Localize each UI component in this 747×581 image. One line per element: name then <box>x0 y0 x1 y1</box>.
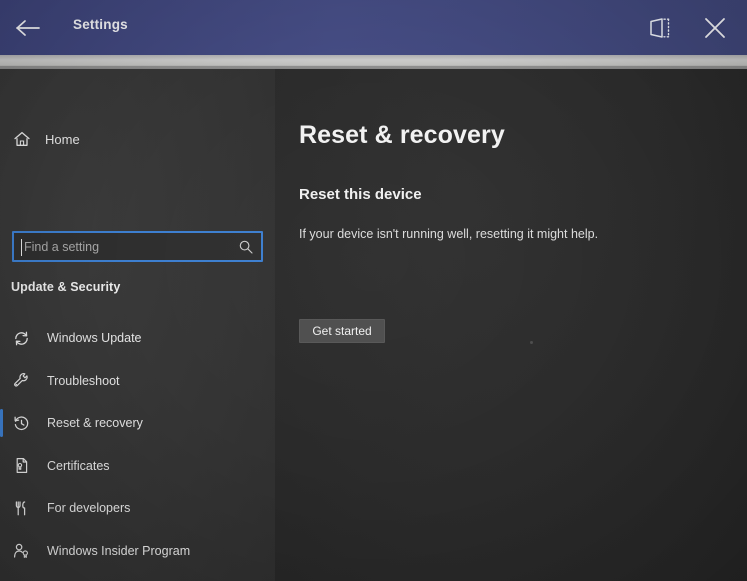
selection-indicator <box>0 367 3 395</box>
insider-person-icon <box>1 541 41 560</box>
home-icon <box>2 130 42 148</box>
sidebar-item-home-label: Home <box>45 131 80 147</box>
sidebar-item-reset-recovery[interactable]: Reset & recovery <box>0 402 275 445</box>
sidebar-item-label: Reset & recovery <box>47 416 143 431</box>
close-button[interactable] <box>697 10 733 46</box>
search-input[interactable] <box>14 233 231 260</box>
back-arrow-icon <box>16 20 40 36</box>
sidebar-group-heading: Update & Security <box>11 280 121 294</box>
sidebar-item-label: Windows Update <box>47 331 142 346</box>
back-button[interactable] <box>12 12 44 44</box>
sidebar-item-label: Certificates <box>47 458 110 473</box>
wrench-icon <box>1 371 41 390</box>
selection-indicator <box>0 494 3 522</box>
selection-indicator <box>0 452 3 480</box>
selection-indicator <box>0 537 3 565</box>
selection-indicator <box>0 324 3 352</box>
selection-indicator <box>0 409 3 437</box>
sidebar: Home Update & Security <box>0 69 275 581</box>
title-bar: Settings <box>0 0 747 55</box>
section-description: If your device isn't running well, reset… <box>299 227 599 241</box>
sidebar-item-for-developers[interactable]: For developers <box>0 487 275 530</box>
sidebar-item-windows-insider-program[interactable]: Windows Insider Program <box>0 530 275 573</box>
window-title: Settings <box>73 17 128 32</box>
get-started-button[interactable]: Get started <box>299 319 385 343</box>
project-screen-icon <box>650 18 670 38</box>
search-text-caret <box>21 239 22 256</box>
settings-window: Settings Home Find a setting Update & Se… <box>0 0 747 581</box>
screen-dust-speck <box>530 341 533 344</box>
search-box[interactable] <box>12 231 263 262</box>
history-clock-icon <box>1 414 41 433</box>
main-content: Reset & recovery Reset this device If yo… <box>275 69 747 581</box>
developer-tools-icon <box>1 499 41 518</box>
sidebar-item-label: Windows Insider Program <box>47 543 191 558</box>
sidebar-item-label: For developers <box>47 501 131 516</box>
sidebar-item-certificates[interactable]: Certificates <box>0 445 275 488</box>
screen-glare-band <box>0 55 747 71</box>
search-icon[interactable] <box>231 239 261 255</box>
section-title: Reset this device <box>299 186 422 203</box>
sidebar-item-windows-update[interactable]: Windows Update <box>0 317 275 360</box>
sidebar-item-troubleshoot[interactable]: Troubleshoot <box>0 360 275 403</box>
sidebar-item-label: Troubleshoot <box>47 373 120 388</box>
close-icon <box>705 18 725 38</box>
page-title: Reset & recovery <box>299 121 505 149</box>
certificate-document-icon <box>1 456 41 475</box>
sidebar-item-home[interactable]: Home <box>0 122 275 156</box>
sidebar-nav-list: Windows Update Troubleshoot Reset & reco… <box>0 317 275 572</box>
refresh-icon <box>1 329 41 348</box>
project-screen-button[interactable] <box>642 10 678 46</box>
